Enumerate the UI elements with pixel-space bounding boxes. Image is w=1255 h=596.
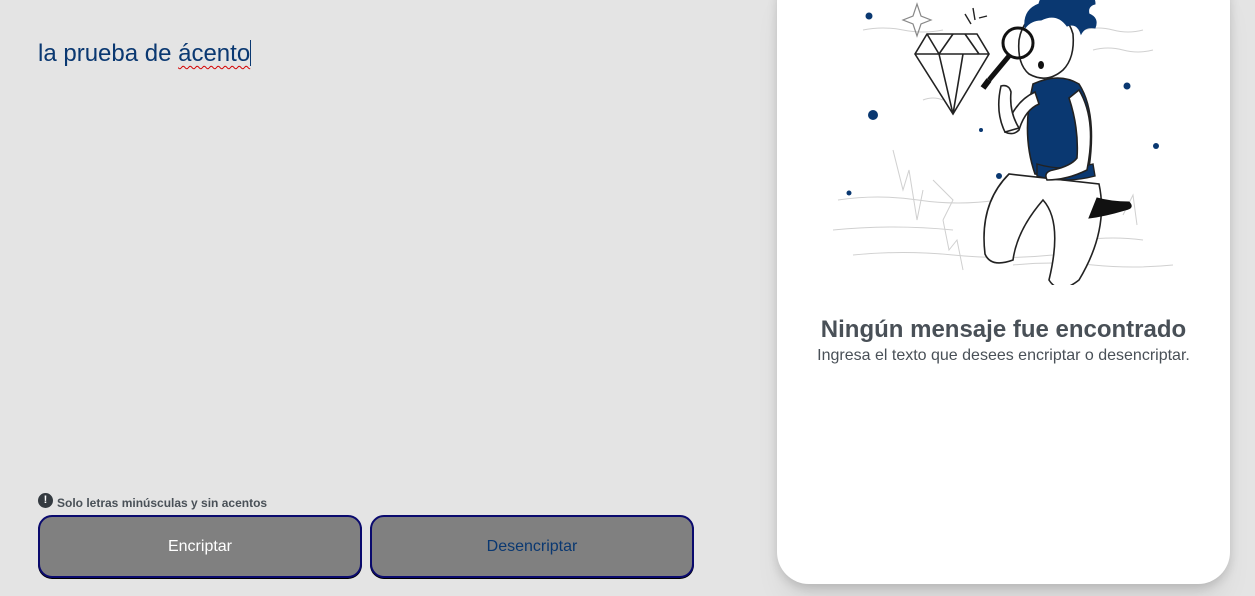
hint-text: Solo letras minúsculas y sin acentos — [57, 496, 268, 510]
decrypt-button[interactable]: Desencriptar — [370, 515, 694, 578]
input-text-plain: la prueba de — [38, 40, 179, 67]
input-hint: ! Solo letras minúsculas y sin acentos — [38, 492, 268, 510]
encrypt-button[interactable]: Encriptar — [38, 515, 362, 578]
app-page: la prueba de ácento ! Solo letras minúsc… — [0, 0, 1255, 596]
output-card: Ningún mensaje fue encontrado Ingresa el… — [777, 0, 1230, 584]
exclamation-circle-icon: ! — [38, 492, 53, 508]
no-message-title: Ningún mensaje fue encontrado — [820, 316, 1187, 343]
message-textarea[interactable]: la prueba de ácento — [38, 40, 698, 480]
person-magnifying-glass-illustration — [833, 0, 1174, 285]
text-caret — [250, 40, 252, 66]
input-text-misspelled-word: ácento — [178, 40, 251, 67]
no-message-subtitle: Ingresa el texto que desees encriptar o … — [817, 347, 1190, 364]
